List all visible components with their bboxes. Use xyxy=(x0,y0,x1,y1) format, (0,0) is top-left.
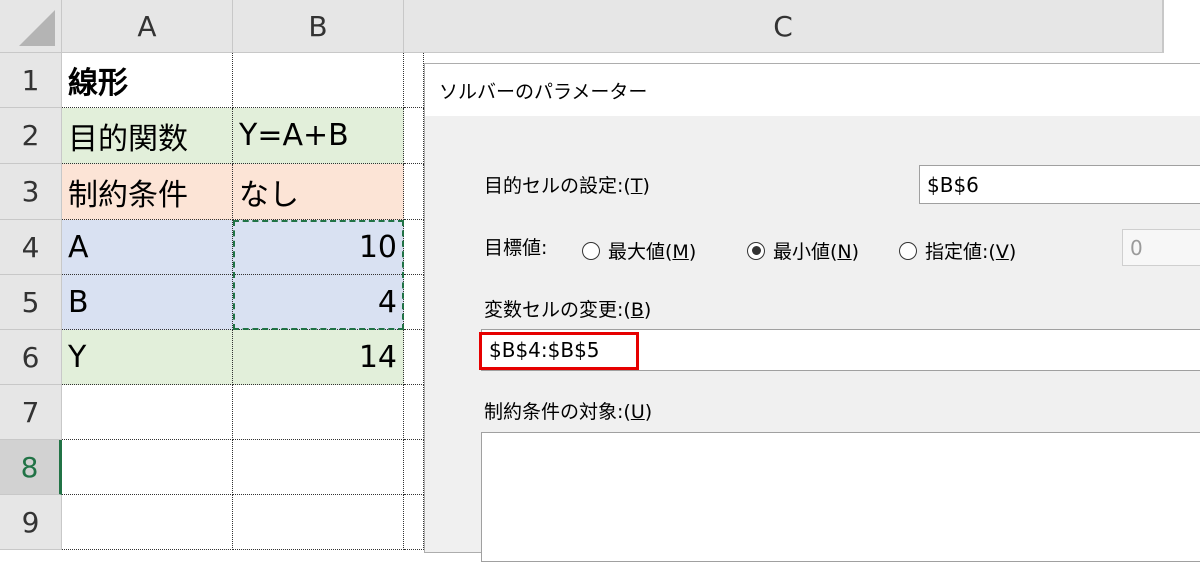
radio-value-of-button-icon[interactable] xyxy=(899,241,917,260)
radio-min[interactable]: 最小値(N) xyxy=(747,237,859,264)
cell-b3[interactable]: なし xyxy=(233,164,404,220)
cell-a3[interactable]: 制約条件 xyxy=(62,164,233,220)
cell-c9[interactable] xyxy=(404,495,424,550)
cell-b5[interactable]: 4 xyxy=(233,275,404,330)
solver-parameters-dialog: ソルバーのパラメーター 目的セルの設定:(T) $B$6 目標値: 最大値(M)… xyxy=(424,63,1200,562)
radio-min-button-icon[interactable] xyxy=(747,241,765,260)
row-header-1[interactable]: 1 xyxy=(0,53,62,108)
cell-a9[interactable] xyxy=(62,495,233,550)
cell-b8[interactable] xyxy=(233,440,404,495)
goal-label: 目標値: xyxy=(484,237,548,259)
row-header-9[interactable]: 9 xyxy=(0,495,62,550)
value-of-input[interactable]: 0 xyxy=(1122,229,1200,266)
column-divider xyxy=(1163,0,1164,53)
radio-min-label: 最小値(N) xyxy=(773,241,860,263)
cell-c8[interactable] xyxy=(404,440,424,495)
dialog-title: ソルバーのパラメーター xyxy=(425,64,1200,116)
row-header-7[interactable]: 7 xyxy=(0,385,62,440)
row-header-6[interactable]: 6 xyxy=(0,330,62,385)
row-header-8[interactable]: 8 xyxy=(0,440,62,495)
cell-b1[interactable] xyxy=(233,53,404,108)
cell-b7[interactable] xyxy=(233,385,404,440)
cell-c5[interactable] xyxy=(404,275,424,330)
radio-max[interactable]: 最大値(M) xyxy=(582,237,696,264)
cell-a1[interactable]: 線形 xyxy=(62,53,233,108)
cell-a6[interactable]: Y xyxy=(62,330,233,385)
cell-b2[interactable]: Y=A+B xyxy=(233,108,404,164)
row-header-3[interactable]: 3 xyxy=(0,164,62,220)
cell-a7[interactable] xyxy=(62,385,233,440)
cell-a8[interactable] xyxy=(62,440,233,495)
cell-c4[interactable] xyxy=(404,220,424,275)
constraints-list[interactable] xyxy=(481,432,1200,562)
cell-a4[interactable]: A xyxy=(62,220,233,275)
cell-a2[interactable]: 目的関数 xyxy=(62,108,233,164)
radio-max-button-icon[interactable] xyxy=(582,241,600,260)
column-header-b[interactable]: B xyxy=(233,0,404,53)
row-header-5[interactable]: 5 xyxy=(0,275,62,330)
radio-value-of[interactable]: 指定値:(V) xyxy=(899,237,1016,264)
row-header-4[interactable]: 4 xyxy=(0,220,62,275)
radio-max-label: 最大値(M) xyxy=(608,241,697,263)
cell-b9[interactable] xyxy=(233,495,404,550)
cell-b4[interactable]: 10 xyxy=(233,220,404,275)
cell-c7[interactable] xyxy=(404,385,424,440)
variable-cells-label: 変数セルの変更:(B) xyxy=(484,299,652,321)
cell-c6[interactable] xyxy=(404,330,424,385)
constraints-label: 制約条件の対象:(U) xyxy=(484,401,653,423)
objective-cell-input[interactable]: $B$6 xyxy=(919,165,1200,204)
objective-cell-label: 目的セルの設定:(T) xyxy=(484,175,650,197)
cell-c3[interactable] xyxy=(404,164,424,220)
cell-c2[interactable] xyxy=(404,108,424,164)
select-all-corner[interactable] xyxy=(0,0,62,53)
select-all-triangle-icon xyxy=(19,10,55,46)
cell-c1[interactable] xyxy=(404,53,424,108)
cell-a5[interactable]: B xyxy=(62,275,233,330)
variable-cells-input[interactable]: $B$4:$B$5 xyxy=(481,329,1200,371)
column-header-a[interactable]: A xyxy=(62,0,233,53)
column-header-c[interactable]: C xyxy=(404,0,1163,53)
row-header-2[interactable]: 2 xyxy=(0,108,62,164)
cell-b6[interactable]: 14 xyxy=(233,330,404,385)
radio-value-of-label: 指定値:(V) xyxy=(925,241,1017,263)
